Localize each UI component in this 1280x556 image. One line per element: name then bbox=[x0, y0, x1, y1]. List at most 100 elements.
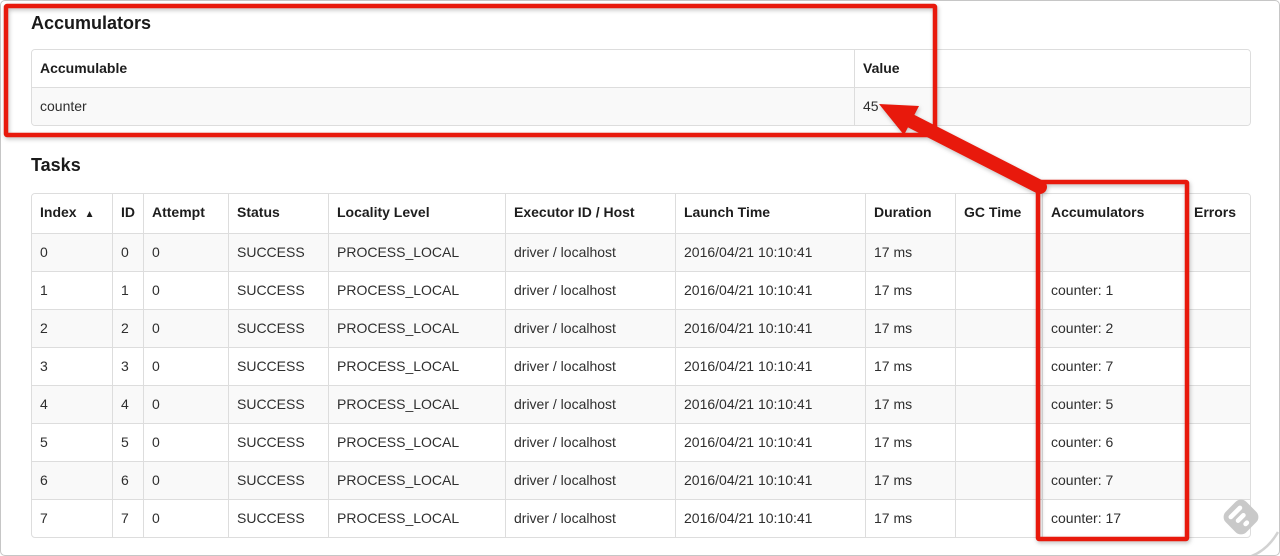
cell-status: SUCCESS bbox=[228, 271, 328, 309]
cell-duration: 17 ms bbox=[865, 385, 955, 423]
task-row-2: 2 2 0 SUCCESS PROCESS_LOCAL driver / localhos… bbox=[32, 309, 1250, 347]
cell-status: SUCCESS bbox=[228, 499, 328, 537]
cell-executor-id-host: driver / localhost bbox=[505, 423, 675, 461]
cell-duration: 17 ms bbox=[865, 347, 955, 385]
cell-duration: 17 ms bbox=[865, 233, 955, 271]
tasks-header-row: Index ▲ ID Attempt Status Locality Level Execu… bbox=[32, 194, 1250, 233]
cell-accumulators: counter: 2 bbox=[1042, 309, 1185, 347]
cell-locality-level: PROCESS_LOCAL bbox=[328, 233, 505, 271]
cell-accumulators: counter: 7 bbox=[1042, 347, 1185, 385]
cell-attempt: 0 bbox=[143, 309, 228, 347]
tasks-col-executor-id-host[interactable]: Executor ID / Host bbox=[505, 194, 675, 233]
tasks-col-attempt[interactable]: Attempt bbox=[143, 194, 228, 233]
cell-locality-level: PROCESS_LOCAL bbox=[328, 499, 505, 537]
cell-executor-id-host: driver / localhost bbox=[505, 309, 675, 347]
cell-launch-time: 2016/04/21 10:10:41 bbox=[675, 461, 865, 499]
cell-attempt: 0 bbox=[143, 499, 228, 537]
cell-gc-time bbox=[955, 309, 1042, 347]
cell-executor-id-host: driver / localhost bbox=[505, 461, 675, 499]
accumulators-col-value: Value bbox=[854, 50, 1250, 87]
cell-errors bbox=[1185, 347, 1250, 385]
cell-errors bbox=[1185, 385, 1250, 423]
tasks-section: Tasks Index ▲ ID Attempt Status Locality Leve… bbox=[31, 154, 1251, 538]
accumulators-section-title: Accumulators bbox=[31, 13, 152, 33]
cell-index: 4 bbox=[32, 385, 112, 423]
cell-locality-level: PROCESS_LOCAL bbox=[328, 271, 505, 309]
cell-index: 7 bbox=[32, 499, 112, 537]
tasks-col-errors[interactable]: Errors bbox=[1185, 194, 1250, 233]
cell-launch-time: 2016/04/21 10:10:41 bbox=[675, 423, 865, 461]
cell-status: SUCCESS bbox=[228, 347, 328, 385]
cell-status: SUCCESS bbox=[228, 309, 328, 347]
cell-index: 5 bbox=[32, 423, 112, 461]
cell-errors bbox=[1185, 271, 1250, 309]
cell-attempt: 0 bbox=[143, 461, 228, 499]
tasks-col-locality-level[interactable]: Locality Level bbox=[328, 194, 505, 233]
cell-executor-id-host: driver / localhost bbox=[505, 271, 675, 309]
cell-duration: 17 ms bbox=[865, 423, 955, 461]
cell-gc-time bbox=[955, 271, 1042, 309]
cell-status: SUCCESS bbox=[228, 423, 328, 461]
cell-locality-level: PROCESS_LOCAL bbox=[328, 309, 505, 347]
cell-executor-id-host: driver / localhost bbox=[505, 385, 675, 423]
cell-launch-time: 2016/04/21 10:10:41 bbox=[675, 499, 865, 537]
cell-index: 2 bbox=[32, 309, 112, 347]
cell-errors bbox=[1185, 461, 1250, 499]
cell-accumulators: counter: 1 bbox=[1042, 271, 1185, 309]
column-label: Index bbox=[40, 204, 77, 220]
sort-ascending-icon: ▲ bbox=[84, 209, 95, 220]
cell-gc-time bbox=[955, 423, 1042, 461]
tasks-table: Index ▲ ID Attempt Status Locality Level Execu… bbox=[31, 193, 1251, 538]
task-row-6: 6 6 0 SUCCESS PROCESS_LOCAL driver / localhos… bbox=[32, 461, 1250, 499]
task-row-0: 0 0 0 SUCCESS PROCESS_LOCAL driver / localhos… bbox=[32, 233, 1250, 271]
task-row-3: 3 3 0 SUCCESS PROCESS_LOCAL driver / localhos… bbox=[32, 347, 1250, 385]
tasks-col-gc-time[interactable]: GC Time bbox=[955, 194, 1042, 233]
cell-gc-time bbox=[955, 233, 1042, 271]
cell-value: 45 bbox=[854, 87, 1250, 125]
cell-index: 3 bbox=[32, 347, 112, 385]
tasks-col-duration[interactable]: Duration bbox=[865, 194, 955, 233]
cell-attempt: 0 bbox=[143, 385, 228, 423]
tasks-col-id[interactable]: ID bbox=[112, 194, 143, 233]
screenshot-frame: Accumulators Accumulable Value counter 4… bbox=[0, 0, 1280, 556]
cell-attempt: 0 bbox=[143, 271, 228, 309]
cell-id: 5 bbox=[112, 423, 143, 461]
cell-gc-time bbox=[955, 461, 1042, 499]
tasks-col-launch-time[interactable]: Launch Time bbox=[675, 194, 865, 233]
cell-id: 7 bbox=[112, 499, 143, 537]
cell-index: 1 bbox=[32, 271, 112, 309]
cell-attempt: 0 bbox=[143, 347, 228, 385]
cell-status: SUCCESS bbox=[228, 233, 328, 271]
cell-launch-time: 2016/04/21 10:10:41 bbox=[675, 233, 865, 271]
task-row-1: 1 1 0 SUCCESS PROCESS_LOCAL driver / localhos… bbox=[32, 271, 1250, 309]
cell-index: 6 bbox=[32, 461, 112, 499]
cell-accumulable: counter bbox=[32, 87, 854, 125]
tasks-col-accumulators[interactable]: Accumulators bbox=[1042, 194, 1185, 233]
cell-launch-time: 2016/04/21 10:10:41 bbox=[675, 271, 865, 309]
cell-launch-time: 2016/04/21 10:10:41 bbox=[675, 385, 865, 423]
cell-launch-time: 2016/04/21 10:10:41 bbox=[675, 309, 865, 347]
cell-gc-time bbox=[955, 499, 1042, 537]
cell-gc-time bbox=[955, 385, 1042, 423]
cell-locality-level: PROCESS_LOCAL bbox=[328, 385, 505, 423]
cell-launch-time: 2016/04/21 10:10:41 bbox=[675, 347, 865, 385]
cell-errors bbox=[1185, 309, 1250, 347]
cell-id: 3 bbox=[112, 347, 143, 385]
cell-accumulators: counter: 5 bbox=[1042, 385, 1185, 423]
cell-status: SUCCESS bbox=[228, 385, 328, 423]
cell-accumulators: counter: 17 bbox=[1042, 499, 1185, 537]
cell-id: 6 bbox=[112, 461, 143, 499]
cell-accumulators: counter: 7 bbox=[1042, 461, 1185, 499]
accumulators-section: Accumulators Accumulable Value counter 4… bbox=[31, 12, 1251, 126]
accumulators-col-accumulable: Accumulable bbox=[32, 50, 854, 87]
cell-executor-id-host: driver / localhost bbox=[505, 499, 675, 537]
tasks-col-status[interactable]: Status bbox=[228, 194, 328, 233]
cell-id: 2 bbox=[112, 309, 143, 347]
tasks-section-title: Tasks bbox=[31, 155, 81, 175]
cell-duration: 17 ms bbox=[865, 309, 955, 347]
task-row-4: 4 4 0 SUCCESS PROCESS_LOCAL driver / localhos… bbox=[32, 385, 1250, 423]
tasks-col-index[interactable]: Index ▲ bbox=[32, 194, 112, 233]
cell-errors bbox=[1185, 233, 1250, 271]
cell-attempt: 0 bbox=[143, 233, 228, 271]
cell-errors bbox=[1185, 423, 1250, 461]
